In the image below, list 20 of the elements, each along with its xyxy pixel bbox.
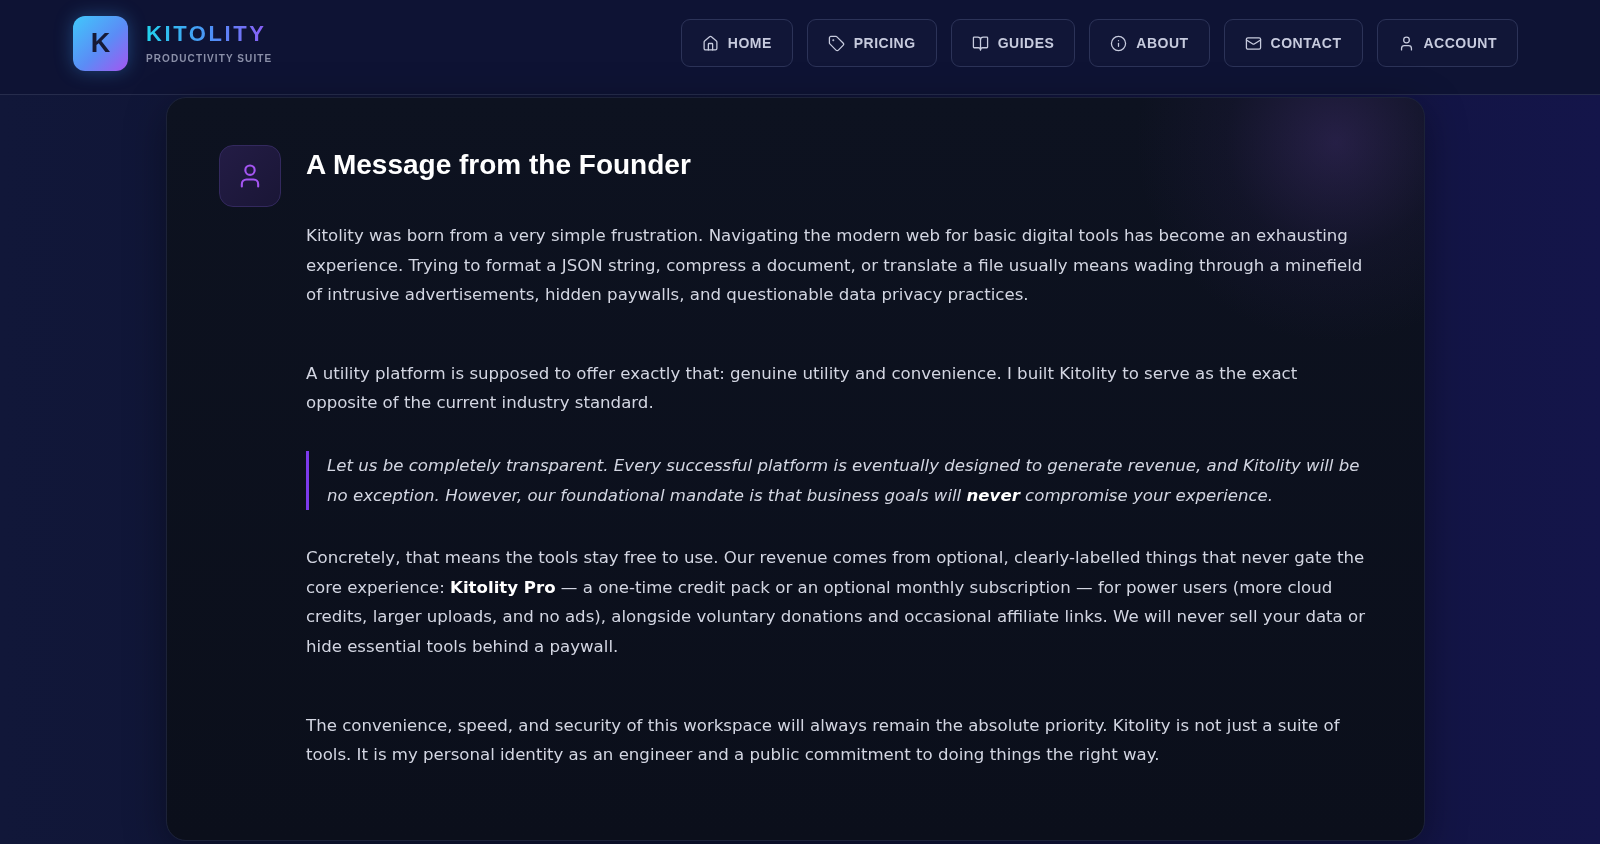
logo-tile: K — [73, 16, 128, 71]
card-title: A Message from the Founder — [306, 148, 691, 182]
book-icon — [971, 34, 989, 52]
nav-button[interactable]: PRICING — [806, 19, 937, 67]
nav-button[interactable]: HOME — [680, 19, 793, 67]
user-icon — [219, 145, 281, 207]
nav-button[interactable]: ABOUT — [1089, 19, 1210, 67]
nav-button[interactable]: ACCOUNT — [1376, 19, 1518, 67]
pull-quote: Let us be completely transparent. Every successful platform is eventually designed to generate revenue, and Kitolity will be no exception. However, our foundational mandate is that business goals will never compromise your experience. — [306, 450, 1369, 511]
body-paragraph: Concretely, that means the tools stay free to use. Our revenue comes from optional, clearly-labelled things that never gate the core experience: Kitolity Pro — a one-time credit pack or an optional monthly subscription — for power users (more cloud credits, larger uploads, and no ads), alongside voluntary donations and occasional affiliate links. We will never sell your data or hide essential tools behind a paywall. — [306, 547, 1367, 658]
body-paragraph: The convenience, speed, and security of this workspace will always remain the absolute priority. Kitolity is not just a suite of tools. It is my personal identity as an engineer and a public commitment to doing things the right way. — [306, 714, 1341, 767]
body-paragraph: Kitolity was born from a very simple frustration. Navigating the modern web for basic digital tools has become an exhausting experience. Trying to format a JSON string, compress a document, or translate a file usually means wading through a minefield of intrusive advertisements, hidden paywalls, and questionable data privacy practices. — [306, 225, 1364, 307]
body-paragraph: A utility platform is supposed to offer exactly that: genuine utility and convenience. I built Kitolity to serve as the exact opposite of the current industry standard. — [306, 362, 1299, 415]
tag-icon — [827, 34, 845, 52]
nav-button[interactable]: GUIDES — [950, 19, 1076, 67]
home-icon — [701, 34, 719, 52]
brand-tagline: PRODUCTIVITY SUITE — [146, 54, 273, 64]
mail-icon — [1244, 34, 1262, 52]
nav-button[interactable]: CONTACT — [1223, 19, 1363, 67]
info-icon — [1110, 34, 1128, 52]
